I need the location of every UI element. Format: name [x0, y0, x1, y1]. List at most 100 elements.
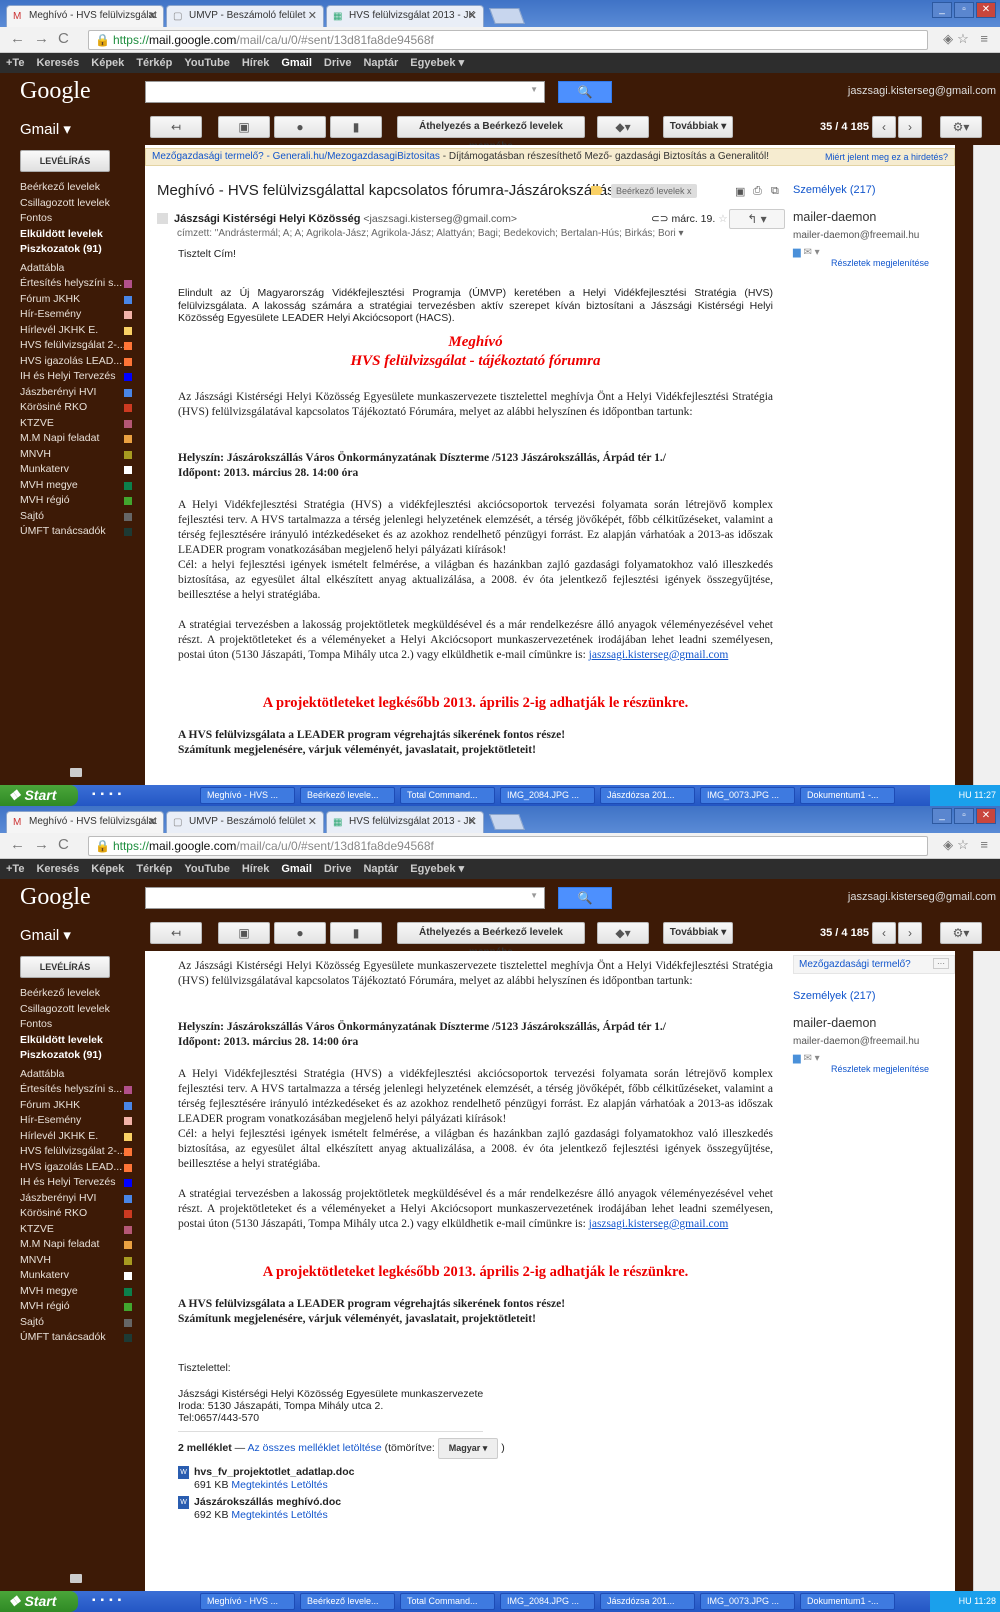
- sidebar-item[interactable]: ÚMFT tanácsadók: [0, 1330, 145, 1346]
- quick-launch-icon[interactable]: ▪▪▪▪: [92, 789, 126, 800]
- print-icon[interactable]: ▣: [735, 185, 745, 198]
- sidebar-item[interactable]: Csillagozott levelek: [0, 196, 145, 212]
- gbar-item[interactable]: Térkép: [130, 860, 178, 878]
- gbar-item[interactable]: +Te: [0, 54, 30, 72]
- settings-button[interactable]: ⚙▾: [940, 116, 982, 138]
- mail-icon[interactable]: ✉: [803, 1053, 811, 1064]
- gmail-menu[interactable]: Gmail ▾: [20, 120, 71, 138]
- labels-button[interactable]: ◆▾: [597, 116, 649, 138]
- close-window-icon[interactable]: ✕: [976, 2, 996, 18]
- more-icon[interactable]: ···: [933, 958, 949, 969]
- reload-icon[interactable]: C: [58, 31, 69, 47]
- taskbar-item[interactable]: IMG_0073.JPG ...: [700, 787, 795, 804]
- tab-hvs[interactable]: ▦ HVS felülvizsgálat 2013 - JK ✕: [326, 811, 484, 833]
- sidebar-item[interactable]: MVH régió: [0, 493, 145, 509]
- sidebar-item[interactable]: Csillagozott levelek: [0, 1002, 145, 1018]
- people-link[interactable]: Személyek (217): [793, 990, 955, 1002]
- sidebar-item[interactable]: Piszkozatok (91): [0, 242, 145, 258]
- star-icon[interactable]: ☆: [718, 213, 727, 225]
- taskbar-item[interactable]: Total Command...: [400, 787, 495, 804]
- sidebar-item[interactable]: MVH régió: [0, 1299, 145, 1315]
- sidebar-item[interactable]: MVH megye: [0, 1284, 145, 1300]
- expand-icon[interactable]: ▾: [679, 228, 684, 239]
- chevron-down-icon[interactable]: ▾: [815, 247, 820, 258]
- gbar-item[interactable]: Egyebek ▾: [404, 859, 470, 878]
- move-to-inbox-button[interactable]: Áthelyezés a Beérkező levelek mappába: [397, 922, 585, 958]
- tab-gmail[interactable]: M Meghívó - HVS felülvizsgálat ✕: [6, 5, 164, 27]
- sidebar-item[interactable]: Munkaterv: [0, 1268, 145, 1284]
- scrollbar[interactable]: [955, 145, 973, 785]
- gbar-item[interactable]: Drive: [318, 860, 358, 878]
- sidebar-item[interactable]: Elküldött levelek: [0, 227, 145, 243]
- sidebar-item[interactable]: M.M Napi feladat: [0, 431, 145, 447]
- email-link[interactable]: jaszsagi.kisterseg@gmail.com: [589, 1218, 729, 1230]
- google-logo[interactable]: Google: [20, 884, 91, 911]
- tab-hvs[interactable]: ▦ HVS felülvizsgálat 2013 - JK ✕: [326, 5, 484, 27]
- sidebar-item[interactable]: M.M Napi feladat: [0, 1237, 145, 1253]
- tab-umvp[interactable]: ▢ UMVP - Beszámoló felület ✕: [166, 5, 324, 27]
- dropdown-icon[interactable]: ▼: [530, 891, 538, 900]
- gbar-item[interactable]: Naptár: [357, 54, 404, 72]
- url-field[interactable]: 🔒 https://mail.google.com/mail/ca/u/0/#se…: [88, 30, 928, 50]
- ad-link[interactable]: Mezőgazdasági termelő? - Generali.hu/Mez…: [152, 151, 440, 162]
- forward-icon[interactable]: →: [34, 31, 49, 47]
- view-link[interactable]: Megtekintés: [231, 1479, 288, 1491]
- sidebar-item[interactable]: Piszkozatok (91): [0, 1048, 145, 1064]
- sidebar-item[interactable]: Fontos: [0, 1017, 145, 1033]
- sidebar-item[interactable]: Fórum JKHK: [0, 1098, 145, 1114]
- attachment-name[interactable]: Jászárokszállás meghívó.doc: [194, 1496, 341, 1508]
- sidebar-item[interactable]: Sajtó: [0, 509, 145, 525]
- bookmark-star-icon[interactable]: ◈☆ ≡: [943, 837, 992, 853]
- gbar-item[interactable]: Képek: [85, 54, 130, 72]
- user-email[interactable]: jaszsagi.kisterseg@gmail.com: [848, 85, 996, 97]
- taskbar-item[interactable]: IMG_0073.JPG ...: [700, 1593, 795, 1610]
- details-link[interactable]: Részletek megjelenítése: [793, 1064, 955, 1074]
- dropdown-icon[interactable]: ▼: [530, 85, 538, 94]
- language-select[interactable]: Magyar ▾: [437, 1438, 499, 1459]
- labels-button[interactable]: ◆▾: [597, 922, 649, 944]
- chat-icon[interactable]: ▆: [793, 247, 801, 258]
- sidebar-item[interactable]: Hír-Esemény: [0, 307, 145, 323]
- taskbar-item[interactable]: Beérkező levele...: [300, 787, 395, 804]
- gbar-item[interactable]: Gmail: [275, 860, 318, 878]
- next-button[interactable]: ›: [898, 922, 922, 944]
- back-icon[interactable]: ←: [10, 837, 25, 853]
- scrollbar[interactable]: [955, 951, 973, 1591]
- gbar-item[interactable]: Képek: [85, 860, 130, 878]
- sidebar-item[interactable]: Jászberényi HVI: [0, 1191, 145, 1207]
- sidebar-item[interactable]: Hírlevél JKHK E.: [0, 323, 145, 339]
- sidebar-item[interactable]: MVH megye: [0, 478, 145, 494]
- tab-umvp[interactable]: ▢ UMVP - Beszámoló felület ✕: [166, 811, 324, 833]
- sidebar-item[interactable]: HVS felülvizsgálat 2-...: [0, 338, 145, 354]
- search-button[interactable]: 🔍: [558, 81, 612, 103]
- sidebar-item[interactable]: Adattábla: [0, 261, 145, 277]
- back-to-list-button[interactable]: ↤: [150, 116, 202, 138]
- sidebar-item[interactable]: IH és Helyi Tervezés: [0, 369, 145, 385]
- download-link[interactable]: Letöltés: [291, 1509, 328, 1521]
- chat-icon[interactable]: [70, 768, 82, 777]
- gbar-item[interactable]: YouTube: [178, 860, 235, 878]
- spam-button[interactable]: ●: [274, 922, 326, 944]
- archive-button[interactable]: ▣: [218, 116, 270, 138]
- back-icon[interactable]: ←: [10, 31, 25, 47]
- maximize-icon[interactable]: ▫: [954, 808, 974, 824]
- chat-icon[interactable]: ▆: [793, 1053, 801, 1064]
- new-window-icon[interactable]: ⧉: [771, 185, 779, 198]
- sidebar-item[interactable]: Munkaterv: [0, 462, 145, 478]
- prev-button[interactable]: ‹: [872, 922, 896, 944]
- sidebar-item[interactable]: Fórum JKHK: [0, 292, 145, 308]
- taskbar-item[interactable]: Total Command...: [400, 1593, 495, 1610]
- gbar-item[interactable]: Hírek: [236, 54, 276, 72]
- sidebar-item[interactable]: Körösiné RKO: [0, 1206, 145, 1222]
- close-icon[interactable]: ✕: [308, 815, 317, 828]
- taskbar-item[interactable]: IMG_2084.JPG ...: [500, 787, 595, 804]
- start-button[interactable]: ❖ Start: [0, 1591, 78, 1612]
- email-link[interactable]: jaszsagi.kisterseg@gmail.com: [589, 649, 729, 661]
- download-link[interactable]: Letöltés: [291, 1479, 328, 1491]
- taskbar-item[interactable]: Jászdózsa 201...: [600, 787, 695, 804]
- chat-icon[interactable]: [70, 1574, 82, 1583]
- compose-button[interactable]: LEVÉLÍRÁS: [20, 956, 110, 978]
- taskbar-item[interactable]: Dokumentum1 -...: [800, 1593, 895, 1610]
- forward-icon[interactable]: →: [34, 837, 49, 853]
- sidebar-item[interactable]: IH és Helyi Tervezés: [0, 1175, 145, 1191]
